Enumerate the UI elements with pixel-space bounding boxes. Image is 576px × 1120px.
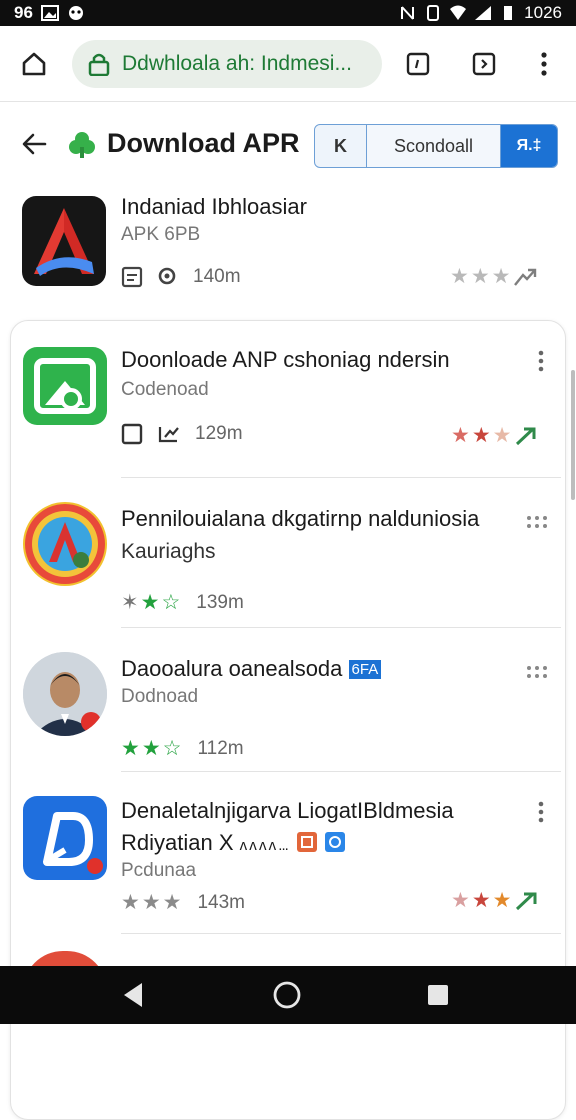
app-size: 139m [196,591,244,613]
checkbox-icon [121,423,143,445]
search-icon [158,267,176,285]
segmented-control: K Scondoall Я.‡ [314,124,558,168]
url-text: Ddwhloala ah: Indmesi... [122,52,352,75]
app-title: Indaniad Ibhloasiar [121,194,307,219]
rating-stars: ★★★ [451,423,539,448]
app-meta: ★★★ 143m [121,890,245,915]
person-avatar-icon [23,652,107,736]
orange-badge-icon [296,832,317,852]
clover-icon [69,132,95,158]
more-vert-icon [541,52,547,76]
battery-icon [504,6,513,20]
app-title: Daooalura oanealsoda 6FA [121,656,382,682]
list-item[interactable]: Doonloade ANP cshoniag ndersin Codenoad … [11,321,567,476]
vibrate-icon [427,5,440,21]
app-size: 143m [197,891,246,913]
tabs-button[interactable] [398,44,438,84]
list-item[interactable]: Indaniad Ibhloasiar APK 6PB 140m ★ ★ ★ [0,186,576,306]
system-nav-bar [0,966,576,1024]
document-icon [121,266,143,288]
segment-k[interactable]: K [315,125,367,167]
list-item[interactable]: Pennilouialana dkgatirnp nalduniosia Kau… [11,478,567,626]
browser-toolbar: Ddwhloala ah: Indmesi... [0,26,576,102]
home-circle-icon[interactable] [271,979,303,1011]
app-title-line2-tail: ʌ ʌ ʌ ʌ ... [239,837,289,854]
back-icon[interactable] [118,979,150,1011]
app-title-text: Daooalura oanealsoda [121,656,343,681]
app-title-line2: Rdiyatian X ʌ ʌ ʌ ʌ ... [121,830,346,856]
rainbow-a-icon [23,502,107,586]
segment-download[interactable]: Scondoall [367,125,501,167]
signal-icon [475,6,492,20]
home-icon [22,52,46,76]
more-vert-icon[interactable] [529,800,553,824]
green-frame-icon [23,347,107,425]
app-size: 112m [197,737,244,759]
trending-icon [514,268,537,286]
trending-icon [516,427,536,445]
app-title-line2-text: Rdiyatian X [121,830,234,855]
status-time: 96 [14,3,33,22]
app-meta: 129m [121,423,243,445]
scrollbar[interactable] [571,370,575,500]
rating-stars: ★★☆ [121,737,184,760]
app-subtitle: Kauriaghs [121,540,216,563]
status-bar: 96 1026 [0,0,576,26]
app-size: 140m [193,266,241,287]
rating-stars: ★★★ [450,264,538,289]
blue-badge-icon [325,832,346,852]
app-meta: ✶★☆ 139m [121,590,244,615]
wifi-icon [450,5,467,20]
app-size: 129m [195,423,243,444]
menu-button[interactable] [524,44,564,84]
rating-stars: ✶★☆ [121,591,183,614]
share-button[interactable] [464,44,504,84]
blue-d-icon [23,796,107,880]
more-grid-icon[interactable] [525,660,549,684]
app-title: Doonloade ANP cshoniag ndersin [121,347,450,372]
recents-icon[interactable] [422,979,454,1011]
app-title: Pennilouialana dkgatirnp nalduniosia [121,506,480,531]
home-button[interactable] [14,44,54,84]
trending-icon [516,892,537,910]
app-meta: ★★☆ 112m [121,736,244,761]
nfc-icon [401,6,415,20]
more-grid-icon[interactable] [525,510,549,534]
share-icon [472,52,496,76]
app-subtitle: APK 6PB [121,224,201,245]
segment-active[interactable]: Я.‡ [501,125,557,167]
url-bar[interactable]: Ddwhloala ah: Indmesi... [72,40,382,88]
lock-icon [88,53,110,76]
list-item[interactable]: Daooalura oanealsoda 6FA Dodnoad ★★☆ 112… [11,628,567,770]
app-subtitle: Pcdunaa [121,860,197,881]
app-subtitle: Codenoad [121,379,209,400]
share-arrow-icon [158,427,179,443]
app-title: Denaletalnjigarva LiogatIBldmesia [121,798,454,823]
assistant-icon [68,6,83,20]
gallery-icon [40,5,59,21]
page-title: Download APR [107,128,300,158]
app-subtitle: Dodnoad [121,686,199,707]
battery-text: 1026 [524,3,562,22]
rating-stars: ★★★ [121,891,184,914]
app-badge: 6FA [348,660,382,679]
more-vert-icon[interactable] [529,349,553,373]
list-item[interactable]: Denaletalnjigarva LiogatIBldmesia Rdiyat… [11,772,567,932]
back-arrow-icon[interactable] [18,126,54,162]
tabs-icon [406,52,430,76]
rating-stars-right: ★ ★ ★ [451,888,541,913]
divider [121,933,561,934]
page-header: Download APR K Scondoall Я.‡ [0,112,576,178]
app-meta: 140m [121,266,241,288]
letter-a-icon [22,196,106,286]
